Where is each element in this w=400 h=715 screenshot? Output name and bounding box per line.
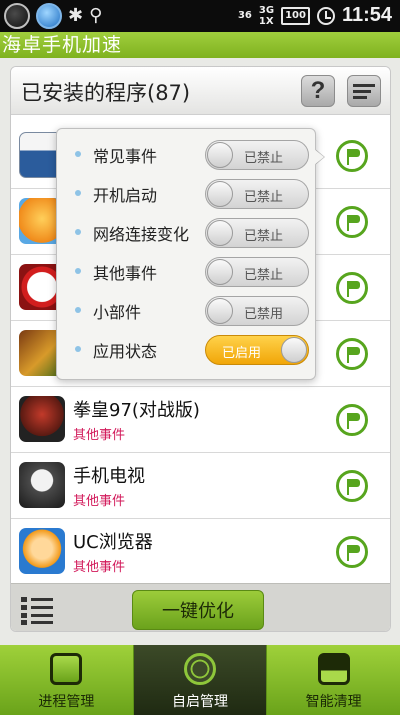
popup-row-boot-start: 开机启动 已禁止 <box>57 174 315 213</box>
popup-item-label: 开机启动 <box>93 186 158 205</box>
toggle-knob <box>207 181 233 207</box>
app-name: 手机电视 <box>73 466 145 487</box>
status-bar: ✱ ⚲ 36 3G 1X 100 11:54 <box>0 0 400 32</box>
toggle-knob <box>207 142 233 168</box>
panel-header: 已安装的程序(87) ? <box>11 67 390 115</box>
widget-toggle[interactable]: 已禁用 <box>205 296 309 326</box>
tab-label: 智能清理 <box>305 694 362 710</box>
flag-icon[interactable] <box>336 140 368 172</box>
panel-footer: 一键优化 <box>11 583 390 631</box>
tab-autostart-manager[interactable]: 自启管理 <box>133 645 268 715</box>
android-bug-icon: ✱ <box>68 5 84 26</box>
bullet-icon <box>75 229 81 235</box>
network-indicator: 3G 1X <box>259 5 274 27</box>
list-item[interactable]: 手机电视 其他事件 <box>11 453 390 519</box>
sort-icon <box>353 81 375 102</box>
app-event-tag: 其他事件 <box>73 560 126 575</box>
popup-row-widget: 小部件 已禁用 <box>57 291 315 330</box>
toggle-state: 已启用 <box>222 346 262 361</box>
app-event-tag: 其他事件 <box>73 428 126 443</box>
help-button[interactable]: ? <box>301 75 335 107</box>
battery-icon: 100 <box>281 6 310 25</box>
auto-clean-icon <box>317 653 350 685</box>
flag-icon[interactable] <box>336 272 368 304</box>
network-change-toggle[interactable]: 已禁止 <box>205 218 309 248</box>
popup-arrow-inner <box>314 149 324 165</box>
fighter-game-icon <box>19 396 65 442</box>
app-title: 海卓手机加速 <box>2 34 123 56</box>
popup-item-label: 应用状态 <box>93 342 158 361</box>
toggle-state: 已禁止 <box>244 190 284 205</box>
tab-label: 自启管理 <box>172 694 228 710</box>
signal-36-indicator: 36 <box>237 10 252 21</box>
toggle-knob <box>207 220 233 246</box>
one-click-optimize-button[interactable]: 一键优化 <box>132 590 264 630</box>
app-event-tag: 其他事件 <box>73 494 126 509</box>
network-3g-label: 3G <box>258 4 275 16</box>
sort-button[interactable] <box>347 75 381 107</box>
status-icons-right: 36 3G 1X 100 11:54 <box>238 4 392 27</box>
usb-icon: ⚲ <box>89 5 103 26</box>
bullet-icon <box>75 190 81 196</box>
toggle-knob <box>207 259 233 285</box>
common-events-toggle[interactable]: 已禁止 <box>205 140 309 170</box>
flag-icon[interactable] <box>336 404 368 436</box>
tv-app-icon <box>19 462 65 508</box>
autostart-icon <box>184 653 216 685</box>
status-time: 11:54 <box>341 4 392 26</box>
uc-browser-icon <box>19 528 65 574</box>
toggle-knob <box>207 298 233 324</box>
bottom-tab-bar: 进程管理 自启管理 智能清理 <box>0 645 400 715</box>
popup-item-label: 网络连接变化 <box>93 225 190 244</box>
popup-item-label: 常见事件 <box>93 147 158 166</box>
toggle-state: 已禁用 <box>244 307 284 322</box>
app-state-toggle[interactable]: 已启用 <box>205 335 309 365</box>
network-1x-label: 1X <box>258 15 274 27</box>
list-check-icon[interactable] <box>19 593 55 625</box>
list-item[interactable]: UC浏览器 其他事件 <box>11 519 390 585</box>
flag-icon[interactable] <box>336 536 368 568</box>
popup-row-other-events: 其他事件 已禁止 <box>57 252 315 291</box>
popup-row-app-state: 应用状态 已启用 <box>57 330 315 369</box>
popup-row-common-events: 常见事件 已禁止 <box>57 135 315 174</box>
toggle-state: 已禁止 <box>244 268 284 283</box>
app-name: UC浏览器 <box>73 532 153 553</box>
flag-icon[interactable] <box>336 338 368 370</box>
event-settings-popup: 常见事件 已禁止 开机启动 已禁止 网络连接变化 已禁止 其他事件 已禁止 小部… <box>56 128 316 380</box>
process-icon <box>50 653 83 685</box>
tab-smart-clean[interactable]: 智能清理 <box>267 645 400 715</box>
toggle-state: 已禁止 <box>244 229 284 244</box>
alarm-clock-icon <box>316 6 335 25</box>
toggle-knob <box>281 337 307 363</box>
status-icons-left: ✱ ⚲ <box>4 3 102 29</box>
help-icon: ? <box>310 77 326 104</box>
app-name: 拳皇97(对战版) <box>73 400 200 421</box>
list-item[interactable]: 拳皇97(对战版) 其他事件 <box>11 387 390 453</box>
popup-item-label: 其他事件 <box>93 264 158 283</box>
speedometer-icon <box>4 3 30 29</box>
flag-icon[interactable] <box>336 470 368 502</box>
popup-row-network-change: 网络连接变化 已禁止 <box>57 213 315 252</box>
bullet-icon <box>75 151 81 157</box>
bullet-icon <box>75 307 81 313</box>
popup-item-label: 小部件 <box>93 303 142 322</box>
boot-start-toggle[interactable]: 已禁止 <box>205 179 309 209</box>
flag-icon[interactable] <box>336 206 368 238</box>
toggle-state: 已禁止 <box>244 151 284 166</box>
other-events-toggle[interactable]: 已禁止 <box>205 257 309 287</box>
bullet-icon <box>75 346 81 352</box>
bullet-icon <box>75 268 81 274</box>
panel-title: 已安装的程序(87) <box>21 81 191 105</box>
tab-process-manager[interactable]: 进程管理 <box>0 645 134 715</box>
tab-label: 进程管理 <box>38 694 95 710</box>
globe-icon <box>36 3 62 29</box>
app-header: 海卓手机加速 <box>0 32 400 58</box>
